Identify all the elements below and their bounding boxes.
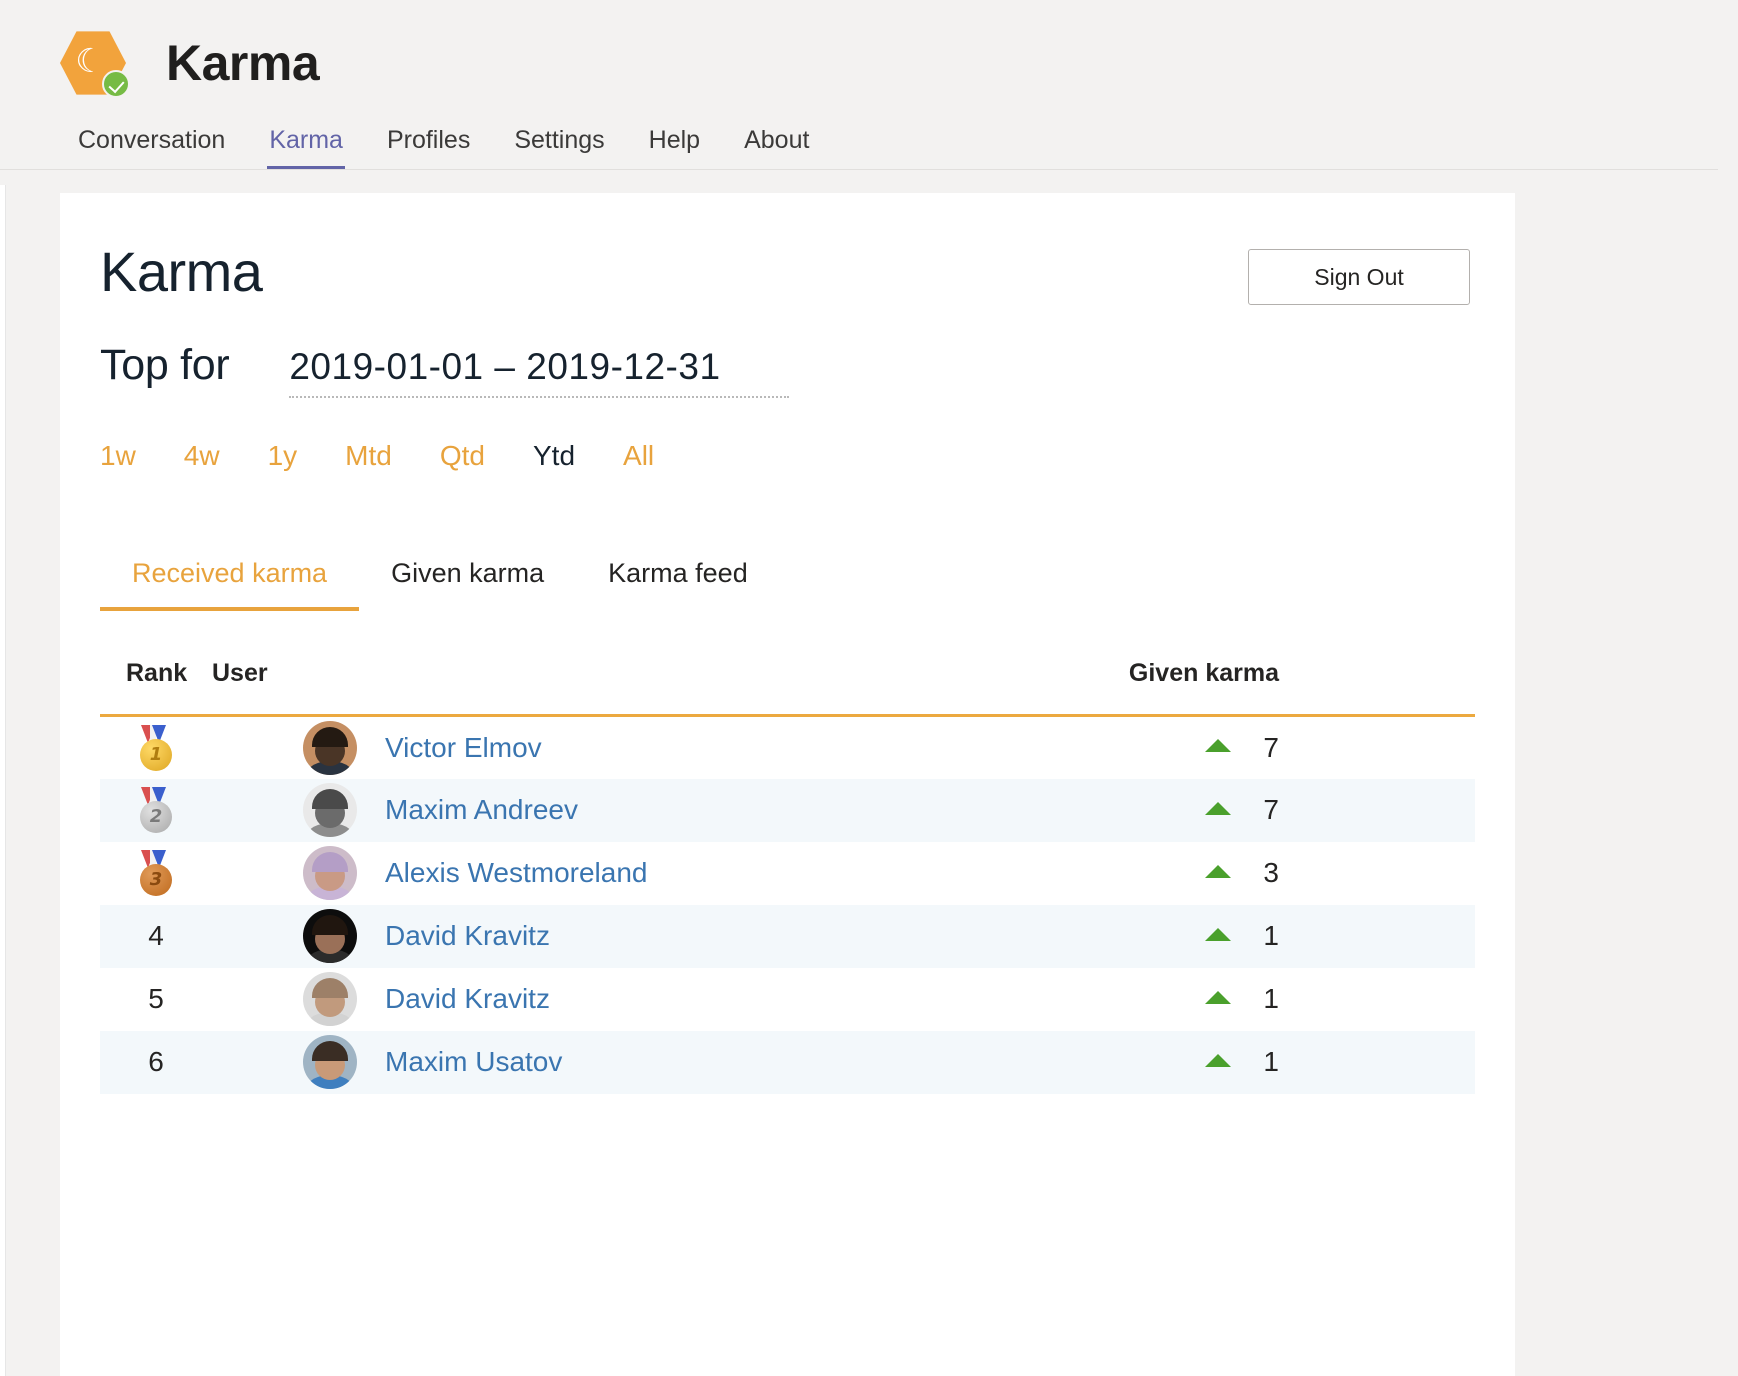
user-cell: David Kravitz	[212, 968, 916, 1031]
user-name-link[interactable]: Alexis Westmoreland	[385, 857, 647, 889]
sign-out-button[interactable]: Sign Out	[1248, 249, 1470, 305]
main-navigation: Conversation Karma Profiles Settings Hel…	[0, 108, 1718, 170]
tab-given-karma[interactable]: Given karma	[359, 558, 576, 611]
user-name-link[interactable]: Maxim Usatov	[385, 1046, 562, 1078]
table-head: Rank User Given karma	[100, 659, 1475, 716]
table-row[interactable]: 4 David Kravitz 1	[100, 905, 1475, 968]
tab-received-karma[interactable]: Received karma	[100, 558, 359, 611]
user-name-link[interactable]: David Kravitz	[385, 920, 550, 952]
user-cell: Maxim Andreev	[212, 779, 916, 842]
rank-cell: 1	[100, 716, 212, 779]
karma-cell: 1	[916, 968, 1475, 1031]
table-row[interactable]: 6 Maxim Usatov 1	[100, 1031, 1475, 1094]
karma-value: 7	[1263, 732, 1279, 763]
up-triangle-icon	[1205, 739, 1231, 752]
column-header-rank: Rank	[100, 659, 212, 716]
user-name-link[interactable]: David Kravitz	[385, 983, 550, 1015]
avatar	[303, 1035, 357, 1089]
period-filter-list: 1w 4w 1y Mtd Qtd Ytd All	[100, 440, 1475, 472]
nav-item-help[interactable]: Help	[627, 126, 722, 169]
period-link-1y[interactable]: 1y	[268, 440, 346, 472]
table-body: 1 Victor Elmov	[100, 716, 1475, 1094]
date-range-picker[interactable]: 2019-01-01 – 2019-12-31	[289, 346, 789, 398]
table-row[interactable]: 2 Maxim Andreev	[100, 779, 1475, 842]
karma-subtabs: Received karma Given karma Karma feed	[100, 558, 1475, 611]
nav-item-profiles[interactable]: Profiles	[365, 126, 492, 169]
period-link-1w[interactable]: 1w	[100, 440, 184, 472]
karma-cell: 3	[916, 842, 1475, 905]
karma-value: 1	[1263, 983, 1279, 1014]
column-header-user: User	[212, 659, 916, 716]
page-title: Karma	[100, 241, 262, 303]
tab-karma-feed[interactable]: Karma feed	[576, 558, 780, 611]
up-triangle-icon	[1205, 802, 1231, 815]
avatar	[303, 721, 357, 775]
user-cell: Victor Elmov	[212, 716, 916, 779]
medal-rank-number: 1	[140, 739, 172, 771]
bronze-medal-icon: 3	[135, 850, 177, 896]
main-content-card: Karma Sign Out Top for 2019-01-01 – 2019…	[60, 193, 1515, 1376]
left-rail	[0, 185, 6, 1376]
table-header-row: Rank User Given karma	[100, 659, 1475, 716]
period-link-4w[interactable]: 4w	[184, 440, 268, 472]
logo-glyph: ☾	[75, 42, 105, 80]
karma-cell: 7	[916, 716, 1475, 779]
karma-leaderboard-table: Rank User Given karma 1	[100, 659, 1475, 1094]
rank-cell: 5	[100, 968, 212, 1031]
period-link-ytd[interactable]: Ytd	[533, 440, 623, 472]
karma-cell: 1	[916, 905, 1475, 968]
rank-cell: 3	[100, 842, 212, 905]
medal-rank-number: 3	[140, 864, 172, 896]
karma-cell: 7	[916, 779, 1475, 842]
nav-item-conversation[interactable]: Conversation	[56, 126, 247, 169]
nav-item-about[interactable]: About	[722, 126, 831, 169]
medal-rank-number: 2	[140, 801, 172, 833]
period-link-all[interactable]: All	[623, 440, 702, 472]
top-for-row: Top for 2019-01-01 – 2019-12-31	[100, 341, 1475, 398]
up-triangle-icon	[1205, 865, 1231, 878]
verified-check-badge-icon	[102, 70, 130, 98]
user-cell: David Kravitz	[212, 905, 916, 968]
period-link-mtd[interactable]: Mtd	[345, 440, 440, 472]
top-for-label: Top for	[100, 341, 229, 390]
user-cell: Maxim Usatov	[212, 1031, 916, 1094]
card-header-row: Karma Sign Out	[100, 193, 1475, 305]
silver-medal-icon: 2	[135, 787, 177, 833]
gold-medal-icon: 1	[135, 725, 177, 771]
avatar	[303, 846, 357, 900]
user-name-link[interactable]: Victor Elmov	[385, 732, 542, 764]
avatar	[303, 783, 357, 837]
user-name-link[interactable]: Maxim Andreev	[385, 794, 578, 826]
app-root: ☾ Karma Conversation Karma Profiles Sett…	[0, 0, 1738, 1376]
up-triangle-icon	[1205, 991, 1231, 1004]
nav-item-settings[interactable]: Settings	[492, 126, 626, 169]
rank-cell: 4	[100, 905, 212, 968]
karma-cell: 1	[916, 1031, 1475, 1094]
table-row[interactable]: 1 Victor Elmov	[100, 716, 1475, 779]
karma-value: 7	[1263, 794, 1279, 825]
avatar	[303, 909, 357, 963]
karma-value: 3	[1263, 857, 1279, 888]
user-cell: Alexis Westmoreland	[212, 842, 916, 905]
rank-cell: 6	[100, 1031, 212, 1094]
karma-hexagon-logo-icon: ☾	[58, 28, 128, 98]
up-triangle-icon	[1205, 1054, 1231, 1067]
karma-value: 1	[1263, 920, 1279, 951]
period-link-qtd[interactable]: Qtd	[440, 440, 533, 472]
avatar	[303, 972, 357, 1026]
app-title: Karma	[166, 34, 319, 92]
rank-cell: 2	[100, 779, 212, 842]
column-header-karma: Given karma	[916, 659, 1475, 716]
table-row[interactable]: 3 Alexis Westmoreland	[100, 842, 1475, 905]
nav-item-karma[interactable]: Karma	[247, 126, 365, 169]
up-triangle-icon	[1205, 928, 1231, 941]
app-header: ☾ Karma	[0, 0, 1738, 108]
table-row[interactable]: 5 David Kravitz 1	[100, 968, 1475, 1031]
karma-value: 1	[1263, 1046, 1279, 1077]
